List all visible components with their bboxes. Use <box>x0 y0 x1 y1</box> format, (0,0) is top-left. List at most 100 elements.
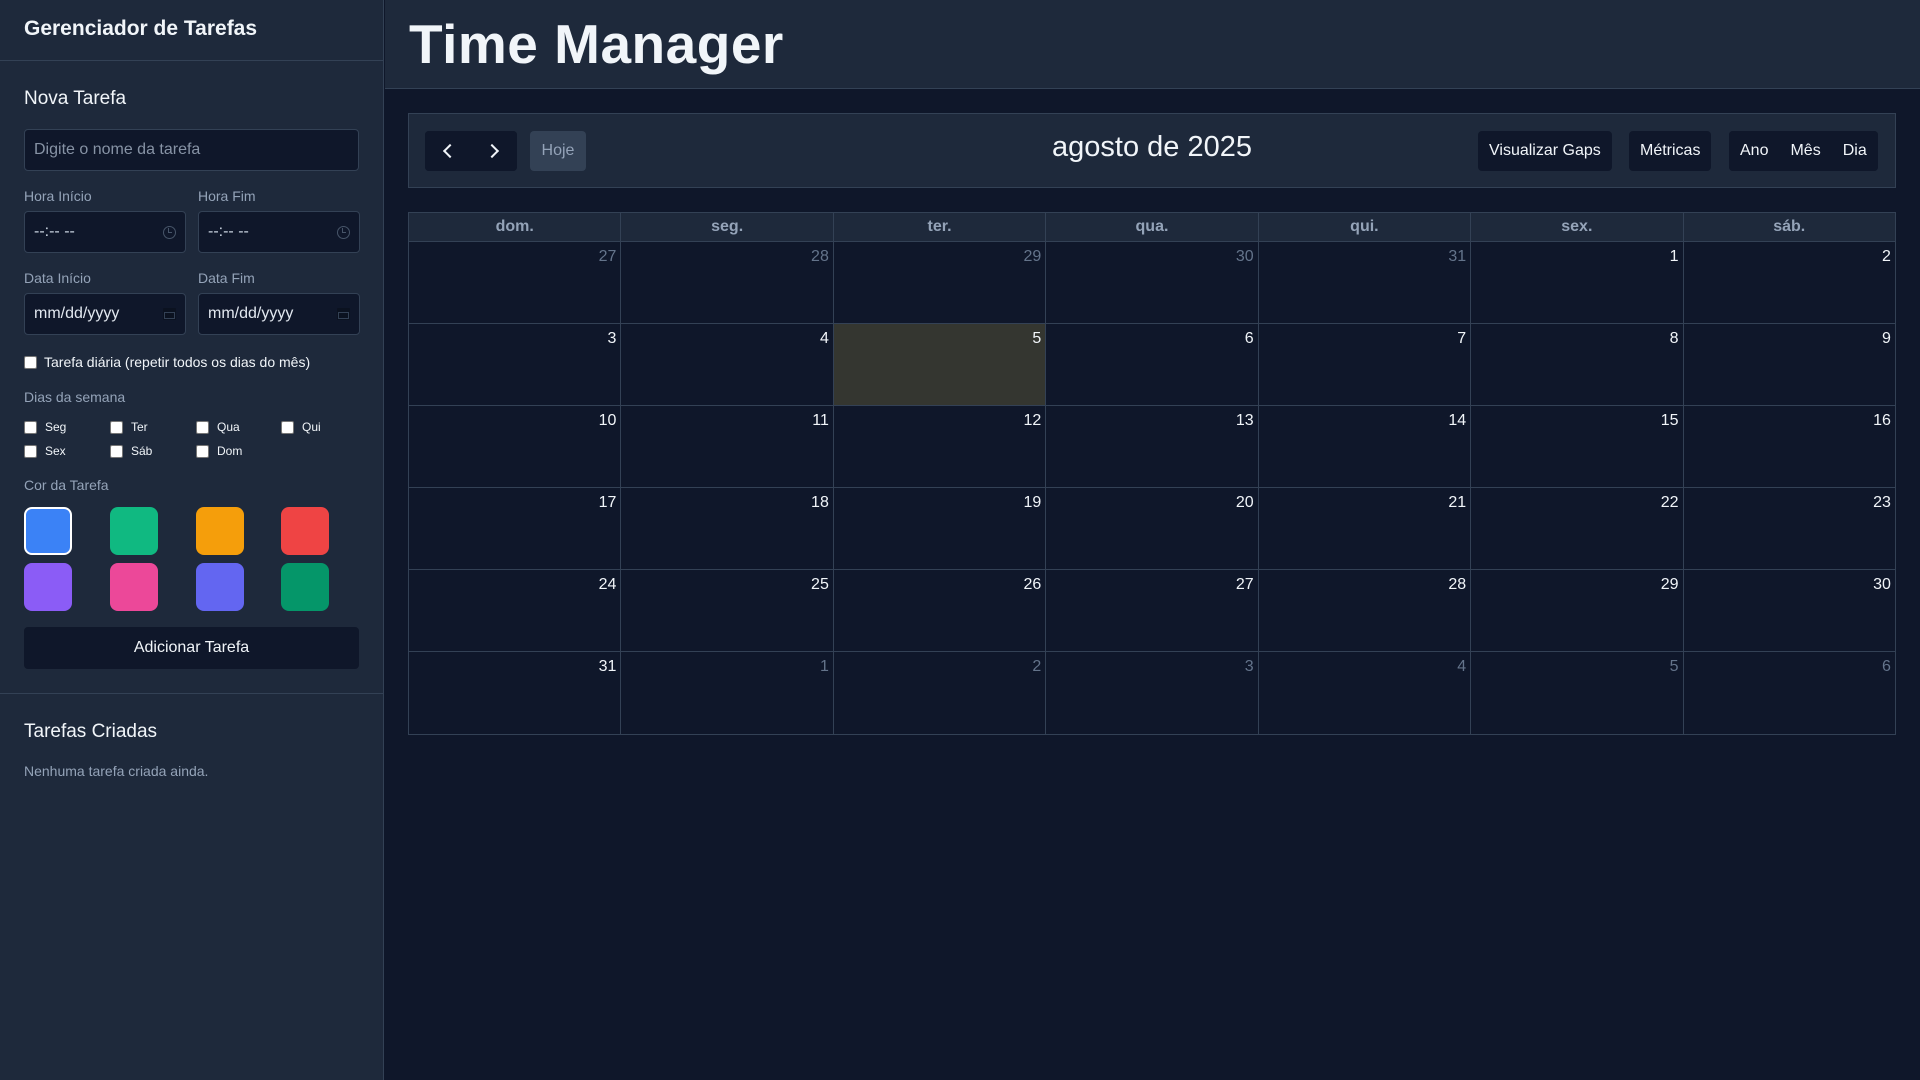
calendar-day-cell[interactable]: 11 <box>621 406 834 487</box>
end-date-input[interactable]: mm/dd/yyyy <box>198 293 360 335</box>
view-year-button[interactable]: Ano <box>1729 131 1780 171</box>
day-number: 29 <box>1023 248 1042 265</box>
view-month-button[interactable]: Mês <box>1779 131 1832 171</box>
calendar-day-cell[interactable]: 9 <box>1683 324 1895 405</box>
calendar-day-cell[interactable]: 29 <box>833 242 1047 323</box>
clock-icon[interactable] <box>337 225 350 239</box>
day-number: 30 <box>1873 576 1891 593</box>
calendar-day-cell[interactable]: 3 <box>409 324 622 405</box>
calendar-day-cell[interactable]: 30 <box>1046 242 1259 323</box>
checkbox[interactable] <box>281 420 294 434</box>
day-number: 25 <box>811 576 829 593</box>
checkbox[interactable] <box>196 444 209 458</box>
day-number: 19 <box>1023 494 1042 511</box>
day-number: 18 <box>811 494 829 511</box>
calendar-day-cell[interactable]: 6 <box>1046 324 1259 405</box>
calendar-day-cell[interactable]: 1 <box>1471 242 1684 323</box>
calendar-day-cell[interactable]: 5 <box>1471 652 1684 734</box>
start-time-value: --:-- -- <box>34 223 75 240</box>
calendar-day-cell[interactable]: 31 <box>1258 242 1472 323</box>
weekday-checkbox-dom[interactable]: Dom <box>196 444 242 458</box>
calendar-day-cell[interactable]: 26 <box>833 570 1047 651</box>
color-swatch-amber[interactable] <box>196 507 244 555</box>
calendar-day-cell[interactable]: 8 <box>1471 324 1684 405</box>
metrics-button[interactable]: Métricas <box>1629 131 1712 171</box>
daily-task-checkbox-row[interactable]: Tarefa diária (repetir todos os dias do … <box>24 354 310 370</box>
calendar-day-cell[interactable]: 20 <box>1046 488 1259 569</box>
calendar-day-cell-today[interactable]: 5 <box>833 324 1047 405</box>
color-swatch-emerald[interactable] <box>281 563 329 611</box>
calendar-day-cell[interactable]: 13 <box>1046 406 1259 487</box>
day-number: 6 <box>1244 330 1254 347</box>
calendar-day-cell[interactable]: 31 <box>409 652 622 734</box>
calendar-icon[interactable] <box>163 308 176 320</box>
calendar-day-cell[interactable]: 18 <box>621 488 834 569</box>
calendar-day-cell[interactable]: 4 <box>621 324 834 405</box>
weekday-checkbox-sab[interactable]: Sáb <box>110 444 152 458</box>
weekday-checkbox-ter[interactable]: Ter <box>110 420 148 434</box>
calendar-day-cell[interactable]: 15 <box>1471 406 1684 487</box>
weekday-label: Dom <box>217 444 243 458</box>
calendar-day-cell[interactable]: 17 <box>409 488 622 569</box>
daily-task-checkbox[interactable] <box>24 355 37 369</box>
day-number: 3 <box>1244 658 1254 675</box>
calendar-day-cell[interactable]: 2 <box>1683 242 1895 323</box>
calendar-day-cell[interactable]: 24 <box>409 570 622 651</box>
calendar-day-cell[interactable]: 16 <box>1683 406 1895 487</box>
calendar-day-cell[interactable]: 10 <box>409 406 622 487</box>
end-date-value: mm/dd/yyyy <box>208 305 294 322</box>
empty-tasks-text: Nenhuma tarefa criada ainda. <box>24 763 209 779</box>
weekday-checkbox-sex[interactable]: Sex <box>24 444 66 458</box>
weekday-label: Qua <box>217 420 240 434</box>
color-swatch-pink[interactable] <box>110 563 158 611</box>
calendar-day-cell[interactable]: 28 <box>621 242 834 323</box>
weekday-label: Seg <box>45 420 67 434</box>
end-time-input[interactable]: --:-- -- <box>198 211 360 253</box>
weekday-checkbox-qui[interactable]: Qui <box>281 420 321 434</box>
calendar-day-cell[interactable]: 22 <box>1471 488 1684 569</box>
calendar-day-cell[interactable]: 28 <box>1258 570 1472 651</box>
day-number: 4 <box>1457 658 1467 675</box>
calendar-day-cell[interactable]: 19 <box>833 488 1047 569</box>
checkbox[interactable] <box>110 420 123 434</box>
checkbox[interactable] <box>24 444 37 458</box>
calendar-day-cell[interactable]: 29 <box>1471 570 1684 651</box>
day-number: 29 <box>1660 576 1679 593</box>
view-gaps-button[interactable]: Visualizar Gaps <box>1478 131 1612 171</box>
end-time-label: Hora Fim <box>198 188 256 204</box>
calendar-day-cell[interactable]: 21 <box>1258 488 1472 569</box>
calendar-day-cell[interactable]: 2 <box>833 652 1047 734</box>
color-swatch-blue[interactable] <box>24 507 72 555</box>
weekday-checkbox-qua[interactable]: Qua <box>196 420 240 434</box>
calendar-day-cell[interactable]: 1 <box>621 652 834 734</box>
checkbox[interactable] <box>110 444 123 458</box>
calendar-icon[interactable] <box>337 308 350 320</box>
view-day-button[interactable]: Dia <box>1831 131 1878 171</box>
calendar-day-cell[interactable]: 4 <box>1258 652 1472 734</box>
color-swatch-purple[interactable] <box>24 563 72 611</box>
color-swatch-indigo[interactable] <box>196 563 244 611</box>
calendar-day-cell[interactable]: 23 <box>1683 488 1895 569</box>
calendar-day-cell[interactable]: 25 <box>621 570 834 651</box>
add-task-button[interactable]: Adicionar Tarefa <box>24 627 359 669</box>
checkbox[interactable] <box>24 420 37 434</box>
calendar-day-cell[interactable]: 7 <box>1258 324 1472 405</box>
calendar-day-cell[interactable]: 6 <box>1683 652 1895 734</box>
clock-icon[interactable] <box>163 225 176 239</box>
task-name-input[interactable] <box>24 129 359 171</box>
checkbox[interactable] <box>196 420 209 434</box>
weekday-checkbox-seg[interactable]: Seg <box>24 420 66 434</box>
calendar-day-cell[interactable]: 30 <box>1683 570 1895 651</box>
start-time-input[interactable]: --:-- -- <box>24 211 186 253</box>
calendar-day-cell[interactable]: 12 <box>833 406 1047 487</box>
calendar-day-cell[interactable]: 27 <box>409 242 622 323</box>
color-swatch-red[interactable] <box>281 507 329 555</box>
calendar-day-cell[interactable]: 27 <box>1046 570 1259 651</box>
daily-task-label: Tarefa diária (repetir todos os dias do … <box>44 354 311 370</box>
start-date-value: mm/dd/yyyy <box>34 305 120 322</box>
calendar-day-cell[interactable]: 3 <box>1046 652 1259 734</box>
start-date-input[interactable]: mm/dd/yyyy <box>24 293 186 335</box>
calendar-day-cell[interactable]: 14 <box>1258 406 1472 487</box>
color-swatch-green[interactable] <box>110 507 158 555</box>
weekday-header: ter. <box>834 213 1047 241</box>
